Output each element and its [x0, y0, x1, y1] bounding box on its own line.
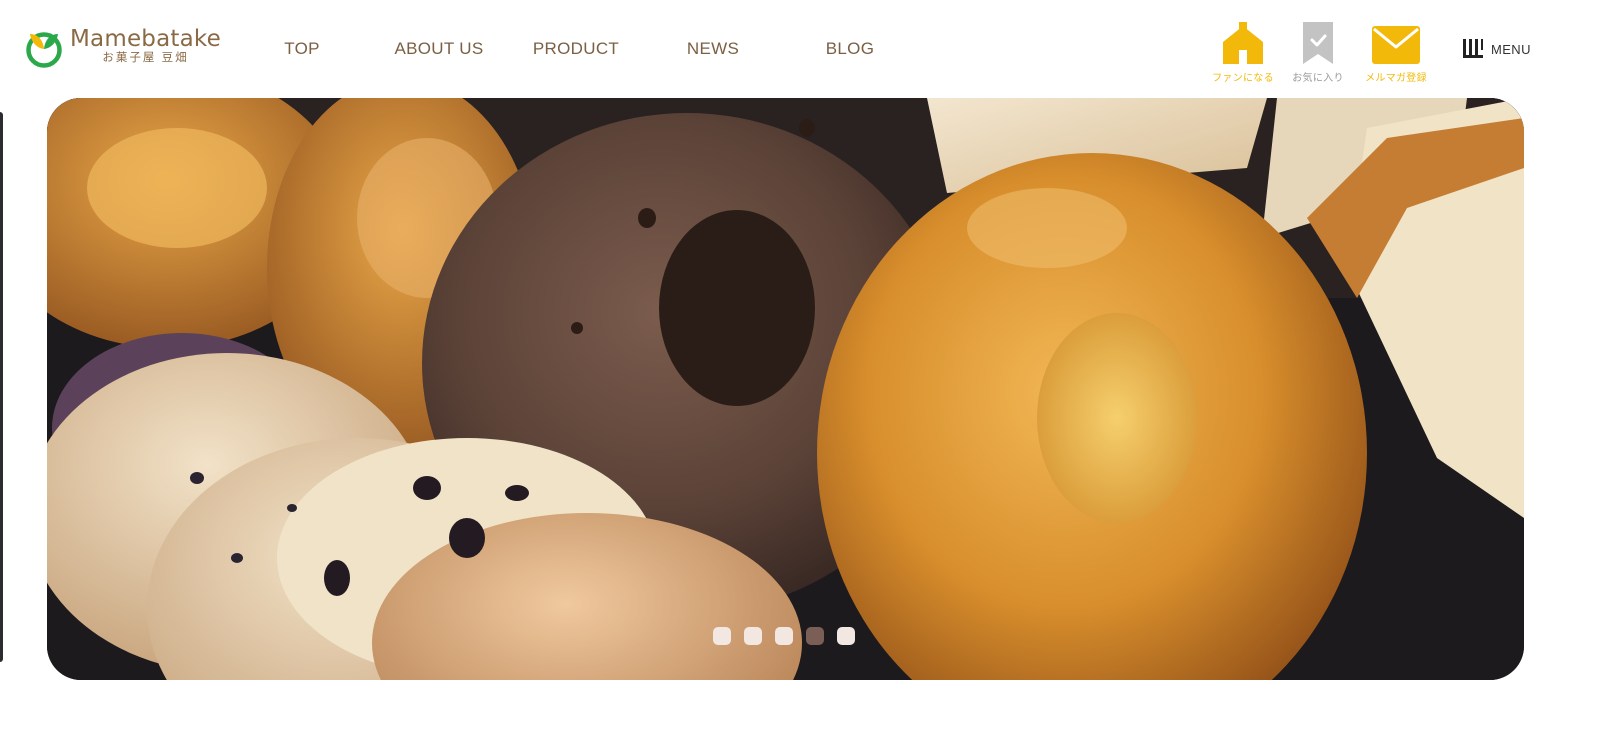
bookmark-icon — [1303, 22, 1333, 64]
nav-news[interactable]: NEWS — [687, 39, 739, 59]
nav-top[interactable]: TOP — [284, 39, 320, 59]
baked-goods-photo — [47, 98, 1524, 680]
previous-slide-edge — [0, 112, 3, 662]
menu-label: MENU — [1491, 41, 1531, 57]
newsletter-signup-button[interactable]: メルマガ登録 — [1351, 20, 1441, 84]
menu-button[interactable]: MENU — [1462, 38, 1531, 60]
slide-dot-2[interactable] — [744, 627, 762, 645]
logo-subtitle: お菓子屋 豆畑 — [102, 52, 189, 64]
house-icon — [1223, 22, 1263, 64]
nav-about-us[interactable]: ABOUT US — [395, 39, 484, 59]
nav-product[interactable]: PRODUCT — [533, 39, 619, 59]
site-logo[interactable]: Mamebatake お菓子屋 豆畑 — [24, 26, 221, 68]
slide-dot-1[interactable] — [713, 627, 731, 645]
logo-leaf-icon — [26, 32, 62, 68]
nav-blog[interactable]: BLOG — [826, 39, 874, 59]
site-header: Mamebatake お菓子屋 豆畑 TOP ABOUT US PRODUCT … — [0, 0, 1615, 98]
favorites-label: お気に入り — [1292, 73, 1344, 84]
slide-dot-4[interactable] — [806, 627, 824, 645]
slide-dot-3[interactable] — [775, 627, 793, 645]
slide-dot-5[interactable] — [837, 627, 855, 645]
logo-name: Mamebatake — [70, 26, 221, 52]
mail-icon — [1372, 26, 1420, 64]
slider-pagination — [713, 627, 855, 645]
newsletter-signup-label: メルマガ登録 — [1365, 73, 1427, 84]
favorites-button[interactable]: お気に入り — [1273, 20, 1363, 84]
menu-bars-icon — [1463, 39, 1483, 58]
hero-slider[interactable] — [47, 98, 1524, 680]
